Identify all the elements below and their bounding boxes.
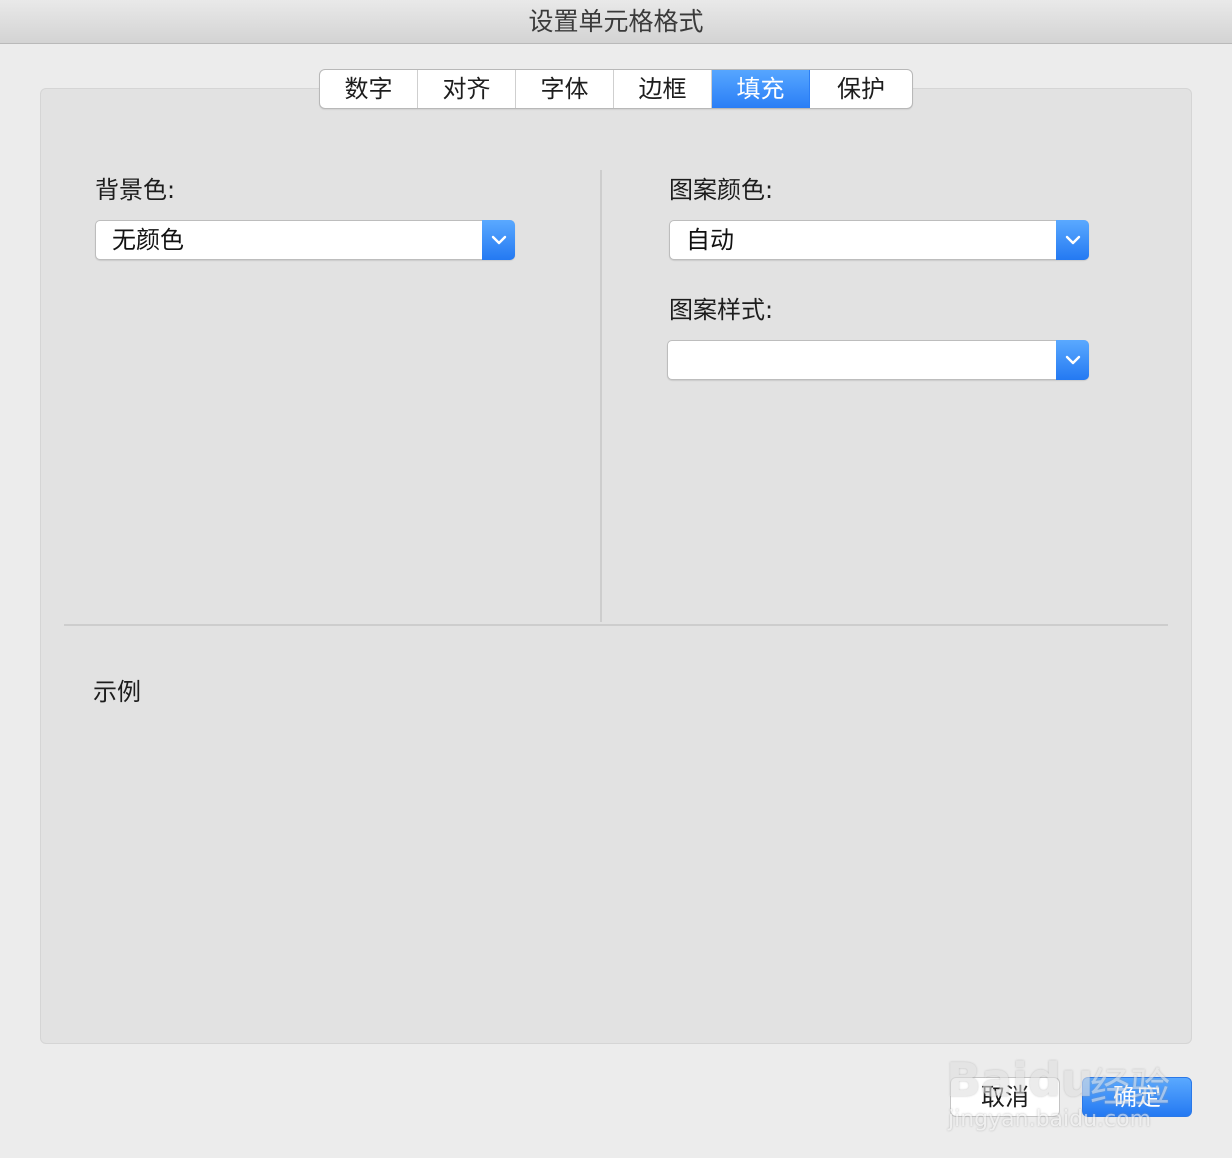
watermark: Baidu 经验 jingyan.baidu.com [940, 1025, 1180, 1135]
sample-preview [93, 720, 1153, 1020]
tab-font[interactable]: 字体 [516, 70, 614, 108]
watermark-text: 经验 [1090, 1065, 1170, 1111]
pattern-color-label: 图案颜色: [669, 176, 774, 204]
watermark-url: jingyan.baidu.com [948, 1107, 1152, 1132]
dropdown-button[interactable] [1056, 340, 1089, 380]
background-color-value: 无颜色 [112, 226, 184, 254]
dropdown-button[interactable] [482, 220, 515, 260]
tab-protection[interactable]: 保护 [810, 70, 912, 108]
column-divider [600, 170, 602, 622]
watermark-logo: Baidu [946, 1053, 1094, 1107]
title-bar: 设置单元格格式 [0, 0, 1232, 44]
sample-label: 示例 [93, 678, 141, 706]
tab-number[interactable]: 数字 [320, 70, 418, 108]
chevron-down-icon [1065, 355, 1081, 365]
pattern-style-label: 图案样式: [669, 296, 774, 324]
tab-alignment[interactable]: 对齐 [418, 70, 516, 108]
pattern-color-value: 自动 [686, 226, 734, 254]
tab-border[interactable]: 边框 [614, 70, 712, 108]
background-color-label: 背景色: [95, 176, 176, 204]
pattern-style-select[interactable] [667, 340, 1089, 380]
tab-fill[interactable]: 填充 [712, 70, 810, 108]
chevron-down-icon [1065, 235, 1081, 245]
pattern-color-select[interactable]: 自动 [669, 220, 1089, 260]
tab-bar: 数字 对齐 字体 边框 填充 保护 [319, 69, 913, 109]
dropdown-button[interactable] [1056, 220, 1089, 260]
section-divider [64, 624, 1168, 626]
background-color-select[interactable]: 无颜色 [95, 220, 515, 260]
window-title: 设置单元格格式 [528, 7, 704, 36]
chevron-down-icon [491, 235, 507, 245]
